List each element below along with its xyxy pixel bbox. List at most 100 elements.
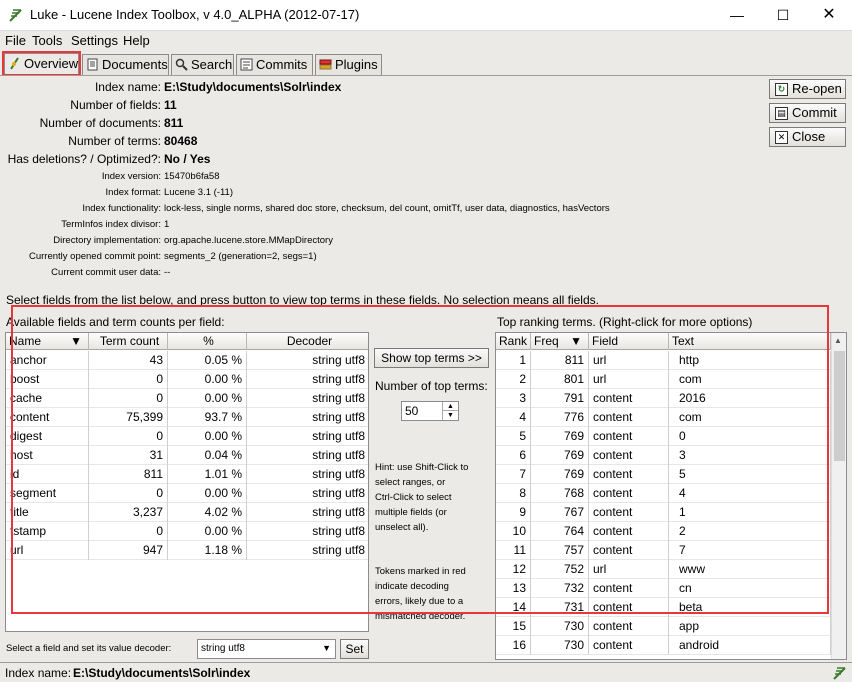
user-data-value: -- [164,267,171,278]
term-row[interactable]: 1 811 url http [496,351,831,370]
field-name: boost [6,370,89,389]
tab-search[interactable]: Search [171,54,234,75]
field-row[interactable]: boost 0 0.00 % string utf8 [6,370,368,389]
index-name-label: Index name: [94,80,161,94]
field-row[interactable]: anchor 43 0.05 % string utf8 [6,351,368,370]
term-row[interactable]: 16 730 content android [496,636,831,655]
term-row[interactable]: 6 769 content 3 [496,446,831,465]
hint-line: Tokens marked in red [375,566,466,577]
term-row[interactable]: 12 752 url www [496,560,831,579]
field-percent: 93.7 % [168,408,247,427]
term-row[interactable]: 5 769 content 0 [496,427,831,446]
field-row[interactable]: tstamp 0 0.00 % string utf8 [6,522,368,541]
col-percent[interactable]: % [168,333,247,350]
field-term-count: 0 [89,484,168,503]
tab-label: Overview [24,56,79,71]
user-data-label: Current commit user data: [51,267,161,278]
col-rank[interactable]: Rank [496,333,531,350]
col-name[interactable]: Name ▼ [6,333,89,350]
tab-commits[interactable]: Commits [236,54,313,75]
term-row[interactable]: 3 791 content 2016 [496,389,831,408]
field-term-count: 75,399 [89,408,168,427]
field-row[interactable]: url 947 1.18 % string utf8 [6,541,368,560]
term-text: 4 [669,484,831,503]
term-row[interactable]: 4 776 content com [496,408,831,427]
field-row[interactable]: content 75,399 93.7 % string utf8 [6,408,368,427]
terms-table[interactable]: Rank Freq ▼ Field Text 1 811 url http 2 801 url… [495,332,847,660]
hint-line: errors, likely due to a [375,596,464,607]
term-row[interactable]: 8 768 content 4 [496,484,831,503]
menu-settings[interactable]: Settings [71,33,118,48]
field-row[interactable]: title 3,237 4.02 % string utf8 [6,503,368,522]
term-rank: 14 [496,598,531,617]
select-fields-instruction: Select fields from the list below, and p… [6,293,599,307]
scroll-thumb[interactable] [834,351,845,461]
field-row[interactable]: id 811 1.01 % string utf8 [6,465,368,484]
terms-scrollbar[interactable]: ▲ [831,333,846,659]
col-freq[interactable]: Freq ▼ [531,333,589,350]
term-rank: 16 [496,636,531,655]
col-term-count[interactable]: Term count [89,333,168,350]
close-window-button[interactable]: ✕ [806,0,852,30]
col-decoder[interactable]: Decoder [247,333,368,350]
field-decoder: string utf8 [247,484,368,503]
col-text[interactable]: Text [669,333,831,350]
format-label: Index format: [105,187,161,198]
show-top-terms-button[interactable]: Show top terms >> [374,348,489,368]
tab-documents[interactable]: Documents [82,54,169,75]
num-terms-value: 80468 [164,134,198,148]
divisor-label: TermInfos index divisor: [61,219,161,230]
term-row[interactable]: 15 730 content app [496,617,831,636]
decoder-select[interactable]: string utf8 ▼ [197,639,336,659]
num-fields-label: Number of fields: [70,98,161,112]
term-text: 2016 [669,389,831,408]
field-row[interactable]: digest 0 0.00 % string utf8 [6,427,368,446]
commit-button[interactable]: ▤ Commit [769,103,846,123]
documents-icon [87,58,98,71]
term-row[interactable]: 11 757 content 7 [496,541,831,560]
field-term-count: 43 [89,351,168,370]
field-row[interactable]: host 31 0.04 % string utf8 [6,446,368,465]
num-top-terms-spinner[interactable]: 50 ▲ ▼ [401,401,459,421]
reopen-label: Re-open [792,81,842,96]
term-rank: 5 [496,427,531,446]
term-text: 0 [669,427,831,446]
field-row[interactable]: cache 0 0.00 % string utf8 [6,389,368,408]
term-field: content [589,503,669,522]
field-decoder: string utf8 [247,465,368,484]
tab-plugins[interactable]: Plugins [315,54,382,75]
menu-help[interactable]: Help [123,33,150,48]
tab-overview[interactable]: Overview [4,53,79,76]
spinner-down-icon[interactable]: ▼ [442,411,458,420]
chevron-down-icon: ▼ [322,643,331,653]
spinner-up-icon[interactable]: ▲ [442,402,458,411]
maximize-button[interactable]: ☐ [760,0,806,30]
field-percent: 0.04 % [168,446,247,465]
col-field[interactable]: Field [589,333,669,350]
term-row[interactable]: 13 732 content cn [496,579,831,598]
deletions-value: No / Yes [164,152,211,166]
field-percent: 0.00 % [168,484,247,503]
term-row[interactable]: 10 764 content 2 [496,522,831,541]
fields-table[interactable]: Name ▼ Term count % Decoder anchor 43 0.05 … [5,332,369,632]
term-freq: 801 [531,370,589,389]
directory-label: Directory implementation: [53,235,161,246]
menu-tools[interactable]: Tools [32,33,62,48]
term-row[interactable]: 2 801 url com [496,370,831,389]
term-row[interactable]: 7 769 content 5 [496,465,831,484]
scroll-up-icon[interactable]: ▲ [834,336,842,345]
term-rank: 12 [496,560,531,579]
term-field: content [589,541,669,560]
term-row[interactable]: 9 767 content 1 [496,503,831,522]
set-decoder-button[interactable]: Set [340,639,369,659]
minimize-button[interactable]: — [714,0,760,30]
menu-file[interactable]: File [5,33,26,48]
term-field: content [589,598,669,617]
term-text: cn [669,579,831,598]
term-field: content [589,579,669,598]
reopen-button[interactable]: ↻ Re-open [769,79,846,99]
field-row[interactable]: segment 0 0.00 % string utf8 [6,484,368,503]
close-index-button[interactable]: ✕ Close [769,127,846,147]
term-row[interactable]: 14 731 content beta [496,598,831,617]
term-freq: 791 [531,389,589,408]
